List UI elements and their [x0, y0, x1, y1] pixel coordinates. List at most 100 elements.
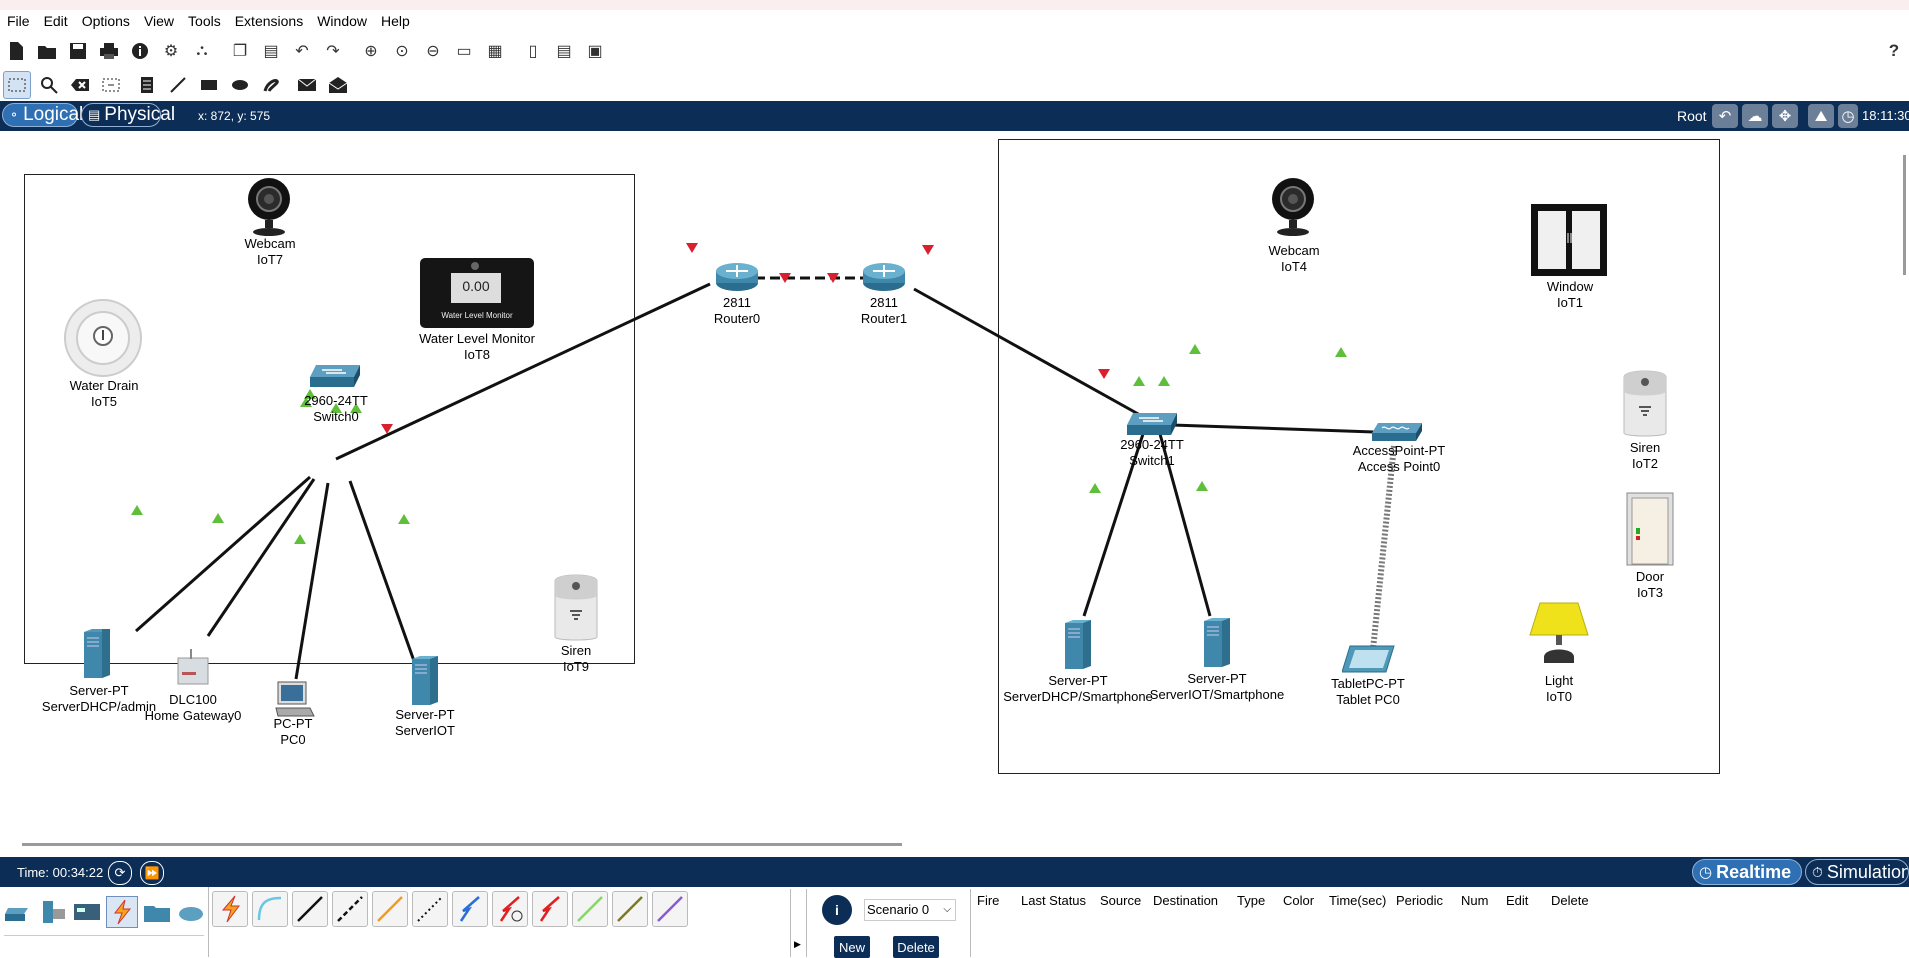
window-iot1[interactable]	[1530, 203, 1608, 281]
background-image-icon[interactable]: ⛰	[1808, 104, 1834, 128]
view-icon[interactable]: ▯	[520, 38, 546, 64]
delete-scenario-button[interactable]: Delete	[893, 936, 939, 958]
menu-extensions[interactable]: Extensions	[228, 10, 310, 32]
freeform-icon[interactable]	[258, 72, 284, 98]
col-time[interactable]: Time(sec)	[1329, 893, 1386, 908]
router1[interactable]	[861, 261, 907, 297]
light-iot0[interactable]	[1528, 601, 1590, 671]
scenario-select[interactable]: Scenario 0 ⌵	[864, 899, 956, 921]
network-devices-icon[interactable]	[4, 897, 34, 927]
save-icon[interactable]	[65, 38, 91, 64]
console-cable-icon[interactable]	[252, 891, 288, 927]
menu-options[interactable]: Options	[75, 10, 137, 32]
col-edit[interactable]: Edit	[1506, 893, 1528, 908]
expand-arrow-icon[interactable]: ▶	[794, 939, 801, 950]
iot-custom-cable-icon[interactable]	[612, 891, 648, 927]
power-cycle-icon[interactable]: ⟳	[108, 861, 132, 885]
router0[interactable]	[714, 261, 760, 297]
complex-pdu-icon[interactable]	[325, 72, 351, 98]
fiber-cable-icon[interactable]	[372, 891, 408, 927]
auto-cable-icon[interactable]	[212, 891, 248, 927]
zoom-reset-icon[interactable]: ⊙	[389, 38, 415, 64]
viewport-icon[interactable]: ◷	[1838, 104, 1858, 128]
draw-ellipse-icon[interactable]	[227, 72, 253, 98]
logical-tab[interactable]: ⚬ Logical	[2, 103, 83, 127]
copy-icon[interactable]: ❐	[227, 38, 253, 64]
open-folder-icon[interactable]	[34, 38, 60, 64]
serial-dte-cable-icon[interactable]	[532, 891, 568, 927]
col-last-status[interactable]: Last Status	[1021, 893, 1086, 908]
serial-dce-cable-icon[interactable]	[492, 891, 528, 927]
connections-icon[interactable]	[106, 896, 138, 928]
col-fire[interactable]: Fire	[977, 893, 999, 908]
door-iot3[interactable]	[1626, 492, 1674, 570]
crossover-cable-icon[interactable]	[332, 891, 368, 927]
menu-window[interactable]: Window	[310, 10, 374, 32]
resize-shape-icon[interactable]	[98, 72, 124, 98]
device-template-icon[interactable]: ▤	[551, 38, 577, 64]
paste-icon[interactable]: ▤	[258, 38, 284, 64]
screenshot-icon[interactable]: ▣	[582, 38, 608, 64]
redo-icon[interactable]: ↷	[320, 38, 346, 64]
siren-iot9[interactable]	[551, 571, 601, 645]
simple-pdu-icon[interactable]	[294, 72, 320, 98]
zoom-in-icon[interactable]: ⊕	[358, 38, 384, 64]
water-drain-iot5[interactable]	[63, 298, 143, 382]
menu-help[interactable]: Help	[374, 10, 417, 32]
col-delete[interactable]: Delete	[1551, 893, 1589, 908]
tablet-pc0[interactable]	[1341, 644, 1396, 678]
horizontal-scrollbar[interactable]	[22, 843, 902, 846]
phone-cable-icon[interactable]	[412, 891, 448, 927]
water-level-monitor-iot8[interactable]: 0.00 Water Level Monitor	[420, 258, 534, 328]
straight-through-cable-icon[interactable]	[292, 891, 328, 927]
vertical-scrollbar[interactable]	[1903, 155, 1906, 275]
menu-tools[interactable]: Tools	[181, 10, 228, 32]
cluster-cloud-icon[interactable]: ☁	[1742, 104, 1768, 128]
menu-file[interactable]: File	[0, 10, 37, 32]
server-iot[interactable]	[408, 655, 440, 711]
network-info-icon[interactable]: ⚙	[158, 38, 184, 64]
server-dhcp-smartphone[interactable]	[1061, 619, 1093, 675]
menu-edit[interactable]: Edit	[37, 10, 75, 32]
logical-workspace[interactable]: Webcam IoT7 Water Drain IoT5 0.00 Water …	[0, 131, 1909, 857]
new-scenario-button[interactable]: New	[834, 936, 870, 958]
col-color[interactable]: Color	[1283, 893, 1314, 908]
custom-device-icon[interactable]: ▦	[482, 38, 508, 64]
switch0[interactable]	[310, 361, 364, 395]
drawing-palette-icon[interactable]: ▭	[451, 38, 477, 64]
col-periodic[interactable]: Periodic	[1396, 893, 1443, 908]
simulation-tab[interactable]: ⏱ Simulation	[1805, 859, 1909, 885]
place-note-icon[interactable]	[134, 72, 160, 98]
miscellaneous-icon[interactable]	[142, 897, 172, 927]
move-object-icon[interactable]: ✥	[1772, 104, 1798, 128]
col-destination[interactable]: Destination	[1153, 893, 1218, 908]
draw-line-icon[interactable]	[165, 72, 191, 98]
col-num[interactable]: Num	[1461, 893, 1488, 908]
server-dhcp-admin[interactable]	[80, 628, 112, 684]
col-source[interactable]: Source	[1100, 893, 1141, 908]
print-icon[interactable]	[96, 38, 122, 64]
siren-iot2[interactable]	[1620, 367, 1670, 441]
multiuser-icon[interactable]	[176, 897, 206, 927]
coaxial-cable-icon[interactable]	[452, 891, 488, 927]
webcam-iot4[interactable]	[1269, 175, 1317, 241]
menu-view[interactable]: View	[137, 10, 181, 32]
scenario-info-icon[interactable]: i	[822, 895, 852, 925]
physical-tab[interactable]: ▤ Physical	[81, 103, 175, 127]
octal-cable-icon[interactable]	[572, 891, 608, 927]
dlc100-home-gateway[interactable]	[176, 648, 210, 690]
info-icon[interactable]	[127, 38, 153, 64]
zoom-out-icon[interactable]: ⊖	[420, 38, 446, 64]
undo-icon[interactable]: ↶	[289, 38, 315, 64]
end-devices-icon[interactable]	[38, 897, 68, 927]
back-icon[interactable]: ↶	[1712, 104, 1738, 128]
activity-wizard-icon[interactable]: ⛬	[189, 38, 215, 64]
components-icon[interactable]	[72, 897, 102, 927]
server-iot-smartphone[interactable]	[1200, 617, 1232, 673]
col-type[interactable]: Type	[1237, 893, 1265, 908]
realtime-tab[interactable]: ◷ Realtime	[1692, 859, 1802, 885]
webcam-iot7[interactable]	[245, 175, 293, 241]
usb-cable-icon[interactable]	[652, 891, 688, 927]
delete-icon[interactable]	[67, 72, 93, 98]
select-icon[interactable]	[3, 71, 31, 99]
